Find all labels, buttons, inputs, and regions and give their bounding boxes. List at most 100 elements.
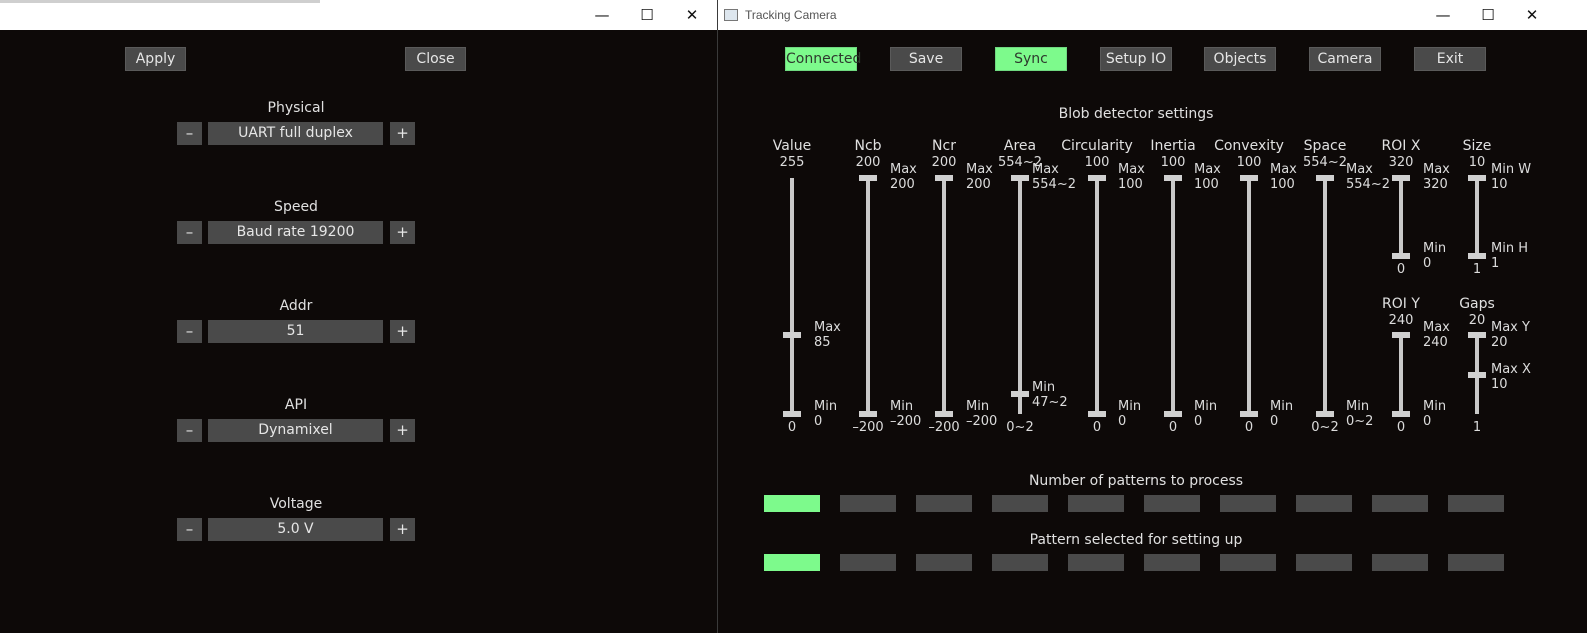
save-button[interactable]: Save xyxy=(890,47,962,71)
pattern-select-cell[interactable] xyxy=(992,554,1048,571)
pattern-select-cell[interactable] xyxy=(840,554,896,571)
value-max-handle[interactable] xyxy=(783,332,801,339)
roi-y-max-handle[interactable] xyxy=(1392,332,1410,338)
addr-decrement-button[interactable]: – xyxy=(177,320,202,343)
speed-increment-button[interactable]: + xyxy=(390,221,415,244)
inertia-slider-track[interactable] xyxy=(1171,178,1175,414)
roi-x-min-handle[interactable] xyxy=(1392,253,1410,259)
roi-y-slider-track[interactable] xyxy=(1399,335,1403,414)
camera-button[interactable]: Camera xyxy=(1309,47,1381,71)
close-button[interactable]: Close xyxy=(405,47,466,71)
pattern-select-cell[interactable] xyxy=(1068,554,1124,571)
pattern-count-cell[interactable] xyxy=(1296,495,1352,512)
pattern-count-cell[interactable] xyxy=(916,495,972,512)
ncb-slider-track[interactable] xyxy=(866,178,870,414)
convexity-max-handle[interactable] xyxy=(1240,175,1258,181)
pattern-count-cell[interactable] xyxy=(1220,495,1276,512)
circularity-top-value: 100 xyxy=(1084,155,1110,170)
pattern-select-cell[interactable] xyxy=(1296,554,1352,571)
ncr-slider-track[interactable] xyxy=(942,178,946,414)
pattern-count-cell[interactable] xyxy=(840,495,896,512)
inertia-slider-name: Inertia xyxy=(1150,138,1196,154)
pattern-select-cell[interactable] xyxy=(1448,554,1504,571)
sync-button[interactable]: Sync xyxy=(995,47,1067,71)
size-max-handle[interactable] xyxy=(1468,175,1486,181)
space-max-handle[interactable] xyxy=(1316,175,1334,181)
physical-decrement-button[interactable]: – xyxy=(177,122,202,145)
pattern-count-cell[interactable] xyxy=(1448,495,1504,512)
speed-decrement-button[interactable]: – xyxy=(177,221,202,244)
convexity-slider-track[interactable] xyxy=(1247,178,1251,414)
addr-increment-button[interactable]: + xyxy=(390,320,415,343)
ncb-min-handle[interactable] xyxy=(859,411,877,417)
ncb-max-handle[interactable] xyxy=(859,175,877,181)
ncr-max-handle[interactable] xyxy=(935,175,953,181)
gaps-min-handle[interactable] xyxy=(1468,371,1486,378)
ncr-max-label: Max xyxy=(966,162,993,177)
pattern-count-cell[interactable] xyxy=(1068,495,1124,512)
ncr-min-handle[interactable] xyxy=(935,411,953,417)
space-slider-track[interactable] xyxy=(1323,178,1327,414)
roi-x-slider-track[interactable] xyxy=(1399,178,1403,256)
close-icon[interactable]: ✕ xyxy=(1510,4,1554,26)
api-decrement-button[interactable]: – xyxy=(177,419,202,442)
gaps-max-handle[interactable] xyxy=(1468,332,1486,338)
maximize-icon[interactable]: ☐ xyxy=(1466,4,1510,26)
api-increment-button[interactable]: + xyxy=(390,419,415,442)
area-max-handle[interactable] xyxy=(1011,175,1029,181)
value-slider-track[interactable] xyxy=(790,178,794,414)
circularity-slider-track[interactable] xyxy=(1095,178,1099,414)
minimize-icon[interactable]: — xyxy=(580,4,624,26)
value-top-value: 255 xyxy=(779,155,805,170)
area-min-value: 47~2 xyxy=(1032,395,1068,410)
voltage-label: Voltage xyxy=(269,496,323,512)
apply-button[interactable]: Apply xyxy=(125,47,186,71)
value-min-handle[interactable] xyxy=(783,411,801,417)
maximize-icon[interactable]: ☐ xyxy=(625,4,669,26)
circularity-min-handle[interactable] xyxy=(1088,411,1106,417)
pattern-select-cell[interactable] xyxy=(916,554,972,571)
physical-increment-button[interactable]: + xyxy=(390,122,415,145)
circularity-max-handle[interactable] xyxy=(1088,175,1106,181)
pattern-count-cell[interactable] xyxy=(1144,495,1200,512)
pattern-select-cell[interactable] xyxy=(1220,554,1276,571)
roi-x-max-handle[interactable] xyxy=(1392,175,1410,181)
exit-button[interactable]: Exit xyxy=(1414,47,1486,71)
area-slider-track[interactable] xyxy=(1018,178,1022,414)
pattern-select-cell[interactable] xyxy=(1372,554,1428,571)
setup-io-button[interactable]: Setup IO xyxy=(1100,47,1172,71)
space-min-handle[interactable] xyxy=(1316,411,1334,417)
inertia-max-handle[interactable] xyxy=(1164,175,1182,181)
inertia-min-label: Min xyxy=(1194,399,1218,414)
size-slider-track[interactable] xyxy=(1475,178,1479,256)
ncb-min-label: Min xyxy=(890,399,914,414)
selected-title: Pattern selected for setting up xyxy=(1029,532,1243,548)
inertia-max-value: 100 xyxy=(1194,177,1219,192)
pattern-select-cell[interactable] xyxy=(764,554,820,571)
voltage-increment-button[interactable]: + xyxy=(390,518,415,541)
size-min-handle[interactable] xyxy=(1468,253,1486,259)
pattern-select-cell[interactable] xyxy=(1144,554,1200,571)
minimize-icon[interactable]: — xyxy=(1421,4,1465,26)
gaps-slider-name: Gaps xyxy=(1459,296,1495,312)
pattern-count-cell[interactable] xyxy=(1372,495,1428,512)
inertia-top-value: 100 xyxy=(1160,155,1186,170)
api-value: Dynamixel xyxy=(208,419,383,442)
roi-y-min-value: 0 xyxy=(1423,414,1432,429)
pattern-count-cell[interactable] xyxy=(992,495,1048,512)
close-icon[interactable]: ✕ xyxy=(670,4,714,26)
roi-y-min-handle[interactable] xyxy=(1392,411,1410,417)
objects-button[interactable]: Objects xyxy=(1204,47,1276,71)
pattern-count-cell[interactable] xyxy=(764,495,820,512)
connected-button[interactable]: Connected xyxy=(785,47,861,71)
ncb-max-label: Max xyxy=(890,162,917,177)
area-min-handle[interactable] xyxy=(1011,390,1029,397)
inertia-min-handle[interactable] xyxy=(1164,411,1182,417)
size-max-value: 10 xyxy=(1491,177,1508,192)
right-titlebar: Tracking Camera — ☐ ✕ xyxy=(718,0,1587,30)
roi-x-top-value: 320 xyxy=(1388,155,1414,170)
roi-y-max-value: 240 xyxy=(1423,335,1448,350)
circularity-min-label: Min xyxy=(1118,399,1142,414)
convexity-min-handle[interactable] xyxy=(1240,411,1258,417)
voltage-decrement-button[interactable]: – xyxy=(177,518,202,541)
